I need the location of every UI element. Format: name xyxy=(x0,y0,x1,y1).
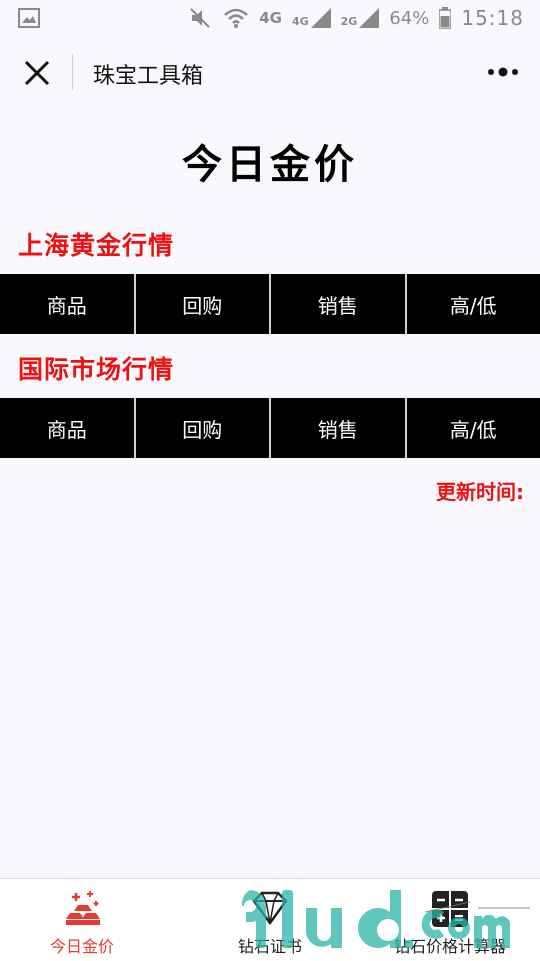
mute-icon xyxy=(189,7,213,29)
column-header-product: 商品 xyxy=(0,274,136,334)
more-options-button[interactable] xyxy=(486,62,520,82)
column-header-buyback: 回购 xyxy=(136,274,272,334)
signal-sim1: 4G xyxy=(292,8,331,28)
sim2-type-label: 2G xyxy=(341,15,358,28)
tab-today-gold-price[interactable]: 今日金价 xyxy=(0,879,180,961)
signal-sim2: 2G xyxy=(341,8,380,28)
nav-divider xyxy=(72,54,73,90)
sim1-type-label: 4G xyxy=(292,15,309,28)
tab-diamond-certificate[interactable]: 钻石证书 xyxy=(180,879,360,961)
calculator-icon xyxy=(428,889,472,929)
update-time-label: 更新时间: xyxy=(436,476,524,505)
clock: 15:18 xyxy=(461,6,524,30)
price-table-header: 商品 回购 销售 高/低 xyxy=(0,274,540,334)
tab-label: 钻石证书 xyxy=(180,933,360,957)
column-header-buyback: 回购 xyxy=(136,398,272,458)
network-type-label: 4G xyxy=(259,9,282,27)
nav-title: 珠宝工具箱 xyxy=(93,58,203,90)
gallery-notification-icon xyxy=(18,8,40,28)
column-header-sale: 销售 xyxy=(271,274,407,334)
tab-diamond-price-calculator[interactable]: 钻石价格计算器 xyxy=(360,879,540,961)
column-header-sale: 销售 xyxy=(271,398,407,458)
page-title: 今日金价 xyxy=(0,132,540,190)
column-header-product: 商品 xyxy=(0,398,136,458)
nav-bar: 珠宝工具箱 xyxy=(0,36,540,110)
column-header-high-low: 高/低 xyxy=(407,274,540,334)
diamond-icon xyxy=(248,889,292,929)
signal-icon xyxy=(359,8,379,28)
close-button[interactable] xyxy=(20,56,54,90)
column-header-high-low: 高/低 xyxy=(407,398,540,458)
battery-percent: 64% xyxy=(389,8,429,29)
tab-label: 今日金价 xyxy=(0,933,172,957)
signal-icon xyxy=(311,8,331,28)
status-bar: 4G 4G 2G 64% 15:18 xyxy=(0,0,540,36)
battery-icon xyxy=(439,7,451,29)
tab-bar: 今日金价 钻石证书 钻石价格计算器 xyxy=(0,878,540,961)
price-table-header: 商品 回购 销售 高/低 xyxy=(0,398,540,458)
gold-bars-icon xyxy=(60,889,104,929)
section-title-international-market: 国际市场行情 xyxy=(18,350,174,386)
wifi-icon xyxy=(223,7,249,29)
tab-label: 钻石价格计算器 xyxy=(360,933,540,957)
section-title-shanghai-gold: 上海黄金行情 xyxy=(18,226,174,262)
